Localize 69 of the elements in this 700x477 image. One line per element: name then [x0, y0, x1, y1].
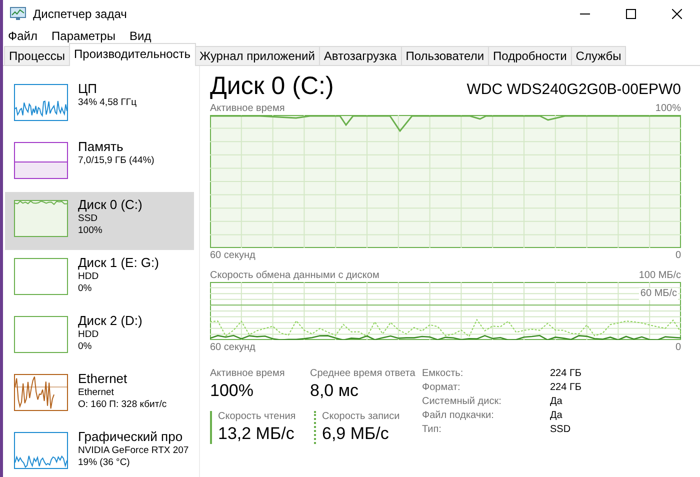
graph-label: Скорость обмена данными с диском — [210, 270, 380, 282]
axis-min-label: 0 — [675, 342, 681, 354]
device-info: 34% 4,58 ГГц — [78, 97, 137, 109]
sidebar-item[interactable]: Диск 0 (C:) SSD 100% — [5, 192, 194, 250]
device-name: Ethernet — [78, 371, 128, 387]
stat-label: Активное время — [210, 368, 286, 379]
device-info: HDD — [78, 271, 100, 283]
sidebar-item[interactable]: Графический про NVIDIA GeForce RTX 207 19% (36 °C) — [5, 424, 194, 477]
device-name: ЦП — [78, 81, 98, 97]
property-value: Да — [550, 410, 564, 421]
device-name: Диск 1 (E: G:) — [78, 255, 159, 271]
sidebar-item[interactable]: Ethernet Ethernet О: 160 П: 328 кбит/с — [5, 366, 194, 424]
sidebar-item[interactable]: Диск 2 (D:) HDD 0% — [5, 308, 194, 366]
menu-item[interactable]: Файл — [8, 29, 38, 43]
close-icon[interactable] — [672, 9, 682, 19]
property-value: 224 ГБ — [550, 382, 582, 393]
property-value: 224 ГБ — [550, 368, 582, 379]
menu-item[interactable]: Параметры — [52, 29, 116, 43]
device-info: SSD — [78, 213, 99, 225]
device-info: Ethernet — [78, 387, 115, 399]
stat-label: Среднее время ответа — [310, 368, 416, 379]
axis-min-label: 0 — [675, 250, 681, 262]
tab[interactable]: Процессы — [4, 46, 70, 65]
device-info: HDD — [78, 329, 100, 341]
disk-title: Диск 0 (C:) — [210, 72, 334, 101]
device-name: Память — [78, 139, 124, 155]
property-label: Формат: — [422, 382, 462, 393]
device-info: 100% — [78, 225, 104, 237]
maximize-icon[interactable] — [626, 9, 636, 19]
tab[interactable]: Пользователи — [400, 46, 490, 65]
device-info: 7,0/15,9 ГБ (44%) — [78, 155, 154, 167]
graph-max-label: 100 МБ/с — [638, 270, 681, 282]
property-value: SSD — [550, 424, 572, 435]
sidebar-item[interactable]: Диск 1 (E: G:) HDD 0% — [5, 250, 194, 308]
time-axis-label: 60 секунд — [210, 250, 256, 262]
device-info: 0% — [78, 341, 93, 353]
device-info: 19% (36 °C) — [78, 457, 131, 469]
device-info: О: 160 П: 328 кбит/с — [78, 399, 167, 411]
tab[interactable]: Службы — [570, 46, 626, 65]
rate-value: 6,9 МБ/с — [322, 424, 390, 444]
graph-label: Активное время — [210, 103, 285, 115]
rate-value: 13,2 МБ/с — [218, 424, 296, 444]
property-value: Да — [550, 396, 564, 407]
rate-label: Скорость записи — [322, 411, 401, 422]
device-name: Диск 0 (C:) — [78, 197, 142, 213]
device-info: NVIDIA GeForce RTX 207 — [78, 445, 189, 457]
tab[interactable]: Производительность — [69, 43, 196, 66]
menu-item[interactable]: Вид — [129, 29, 152, 43]
time-axis-label: 60 секунд — [210, 342, 256, 354]
rate-label: Скорость чтения — [218, 411, 297, 422]
sidebar-item[interactable]: Память 7,0/15,9 ГБ (44%) — [5, 134, 194, 192]
window-title: Диспетчер задач — [33, 7, 128, 21]
property-label: Тип: — [422, 424, 442, 435]
tab[interactable]: Подробности — [488, 46, 572, 65]
device-name: Графический про — [78, 429, 184, 445]
tab[interactable]: Автозагрузка — [318, 46, 402, 65]
property-label: Системный диск: — [422, 396, 502, 407]
stat-value: 8,0 мс — [310, 381, 360, 401]
tab[interactable]: Журнал приложений — [194, 46, 320, 65]
scale-mark-label: 60 МБ/с — [639, 288, 678, 300]
property-label: Емкость: — [422, 368, 464, 379]
graph-max-label: 100% — [655, 103, 681, 115]
disk-model: WDC WDS240G2G0B-00EPW0 — [466, 81, 681, 98]
device-name: Диск 2 (D:) — [78, 313, 142, 329]
device-info: 0% — [78, 283, 93, 295]
stat-value: 100% — [210, 381, 254, 401]
monitor-icon — [10, 7, 26, 21]
property-label: Файл подкачки: — [422, 410, 495, 421]
sidebar-item[interactable]: ЦП 34% 4,58 ГГц — [5, 76, 194, 134]
